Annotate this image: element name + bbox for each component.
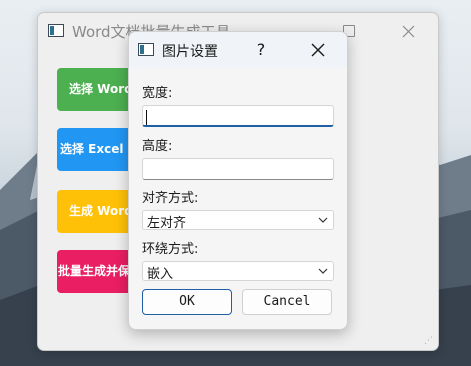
- chevron-down-icon: [318, 268, 328, 274]
- ok-button[interactable]: OK: [142, 289, 232, 315]
- dialog-titlebar: 图片设置 ?: [129, 32, 347, 68]
- dialog-title: 图片设置: [162, 44, 218, 60]
- resize-grip-icon[interactable]: ⋰: [424, 336, 434, 346]
- dialog-window-icon: [138, 43, 154, 56]
- app-window-icon: [48, 24, 64, 37]
- wrap-select[interactable]: 嵌入: [142, 261, 334, 282]
- dialog-close-button[interactable]: [308, 40, 328, 60]
- alignment-value: 左对齐: [147, 216, 187, 231]
- alignment-select[interactable]: 左对齐: [142, 210, 334, 231]
- height-input[interactable]: [142, 158, 334, 180]
- close-icon: [402, 25, 415, 38]
- alignment-label: 对齐方式:: [142, 191, 199, 206]
- image-settings-dialog: 图片设置 ? 宽度: 高度: 对齐方式: 左对齐 环绕方式: 嵌入 OK Can…: [128, 31, 348, 330]
- wrap-value: 嵌入: [147, 267, 174, 282]
- text-caret: [146, 110, 147, 125]
- height-label: 高度:: [142, 139, 173, 154]
- cancel-button[interactable]: Cancel: [242, 289, 332, 315]
- width-input[interactable]: [142, 105, 334, 127]
- width-label: 宽度:: [142, 86, 173, 101]
- wrap-label: 环绕方式:: [142, 242, 199, 257]
- chevron-down-icon: [318, 217, 328, 223]
- close-icon: [311, 43, 325, 57]
- close-button[interactable]: [394, 21, 422, 43]
- help-button[interactable]: ?: [253, 39, 269, 61]
